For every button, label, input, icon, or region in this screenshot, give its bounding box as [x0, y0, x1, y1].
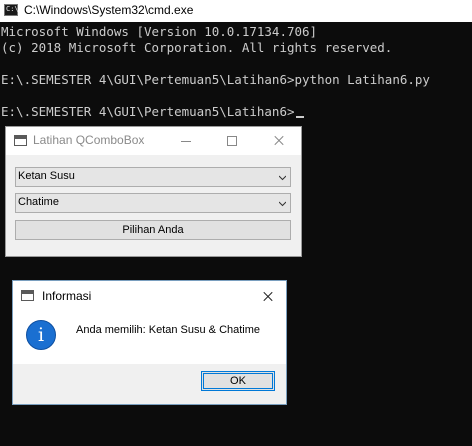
- combobox-2-value: Chatime: [18, 196, 59, 208]
- window-title: Latihan QComboBox: [33, 133, 145, 147]
- text-cursor: [295, 116, 304, 118]
- console-titlebar[interactable]: C:\ C:\Windows\System32\cmd.exe: [0, 0, 472, 22]
- chevron-down-icon: [279, 201, 286, 207]
- minimize-button[interactable]: [163, 127, 209, 155]
- combobox-2[interactable]: Chatime: [15, 193, 291, 213]
- qcombobox-window: Latihan QComboBox Ketan Susu Chatime Pil…: [5, 126, 302, 257]
- window-icon: [21, 290, 34, 301]
- ok-button[interactable]: OK: [201, 371, 275, 391]
- message-box-titlebar[interactable]: Informasi: [13, 281, 286, 311]
- chevron-down-icon: [279, 175, 286, 181]
- cmd-icon: C:\: [4, 4, 19, 16]
- console-line: Microsoft Windows [Version 10.0.17134.70…: [1, 24, 318, 39]
- message-text: Anda memilih: Ketan Susu & Chatime: [76, 324, 261, 336]
- close-button[interactable]: [255, 127, 301, 155]
- qcombobox-titlebar[interactable]: Latihan QComboBox: [6, 127, 301, 155]
- window-icon: [14, 135, 27, 146]
- console-line: (c) 2018 Microsoft Corporation. All righ…: [1, 40, 393, 55]
- info-icon: i: [26, 320, 56, 350]
- message-footer: OK: [13, 364, 286, 404]
- close-button[interactable]: [249, 281, 286, 311]
- combobox-1[interactable]: Ketan Susu: [15, 167, 291, 187]
- console-title: C:\Windows\System32\cmd.exe: [24, 3, 194, 17]
- combobox-1-value: Ketan Susu: [18, 170, 75, 182]
- console-line: E:\.SEMESTER 4\GUI\Pertemuan5\Latihan6>p…: [1, 72, 430, 87]
- maximize-icon: [227, 136, 237, 146]
- console-prompt-line: E:\.SEMESTER 4\GUI\Pertemuan5\Latihan6>: [1, 104, 304, 120]
- message-box: Informasi i Anda memilih: Ketan Susu & C…: [12, 280, 287, 405]
- minimize-icon: [181, 141, 191, 142]
- message-box-title: Informasi: [42, 289, 92, 303]
- pilihan-anda-button[interactable]: Pilihan Anda: [15, 220, 291, 240]
- console-prompt: E:\.SEMESTER 4\GUI\Pertemuan5\Latihan6>: [1, 104, 295, 119]
- maximize-button[interactable]: [209, 127, 255, 155]
